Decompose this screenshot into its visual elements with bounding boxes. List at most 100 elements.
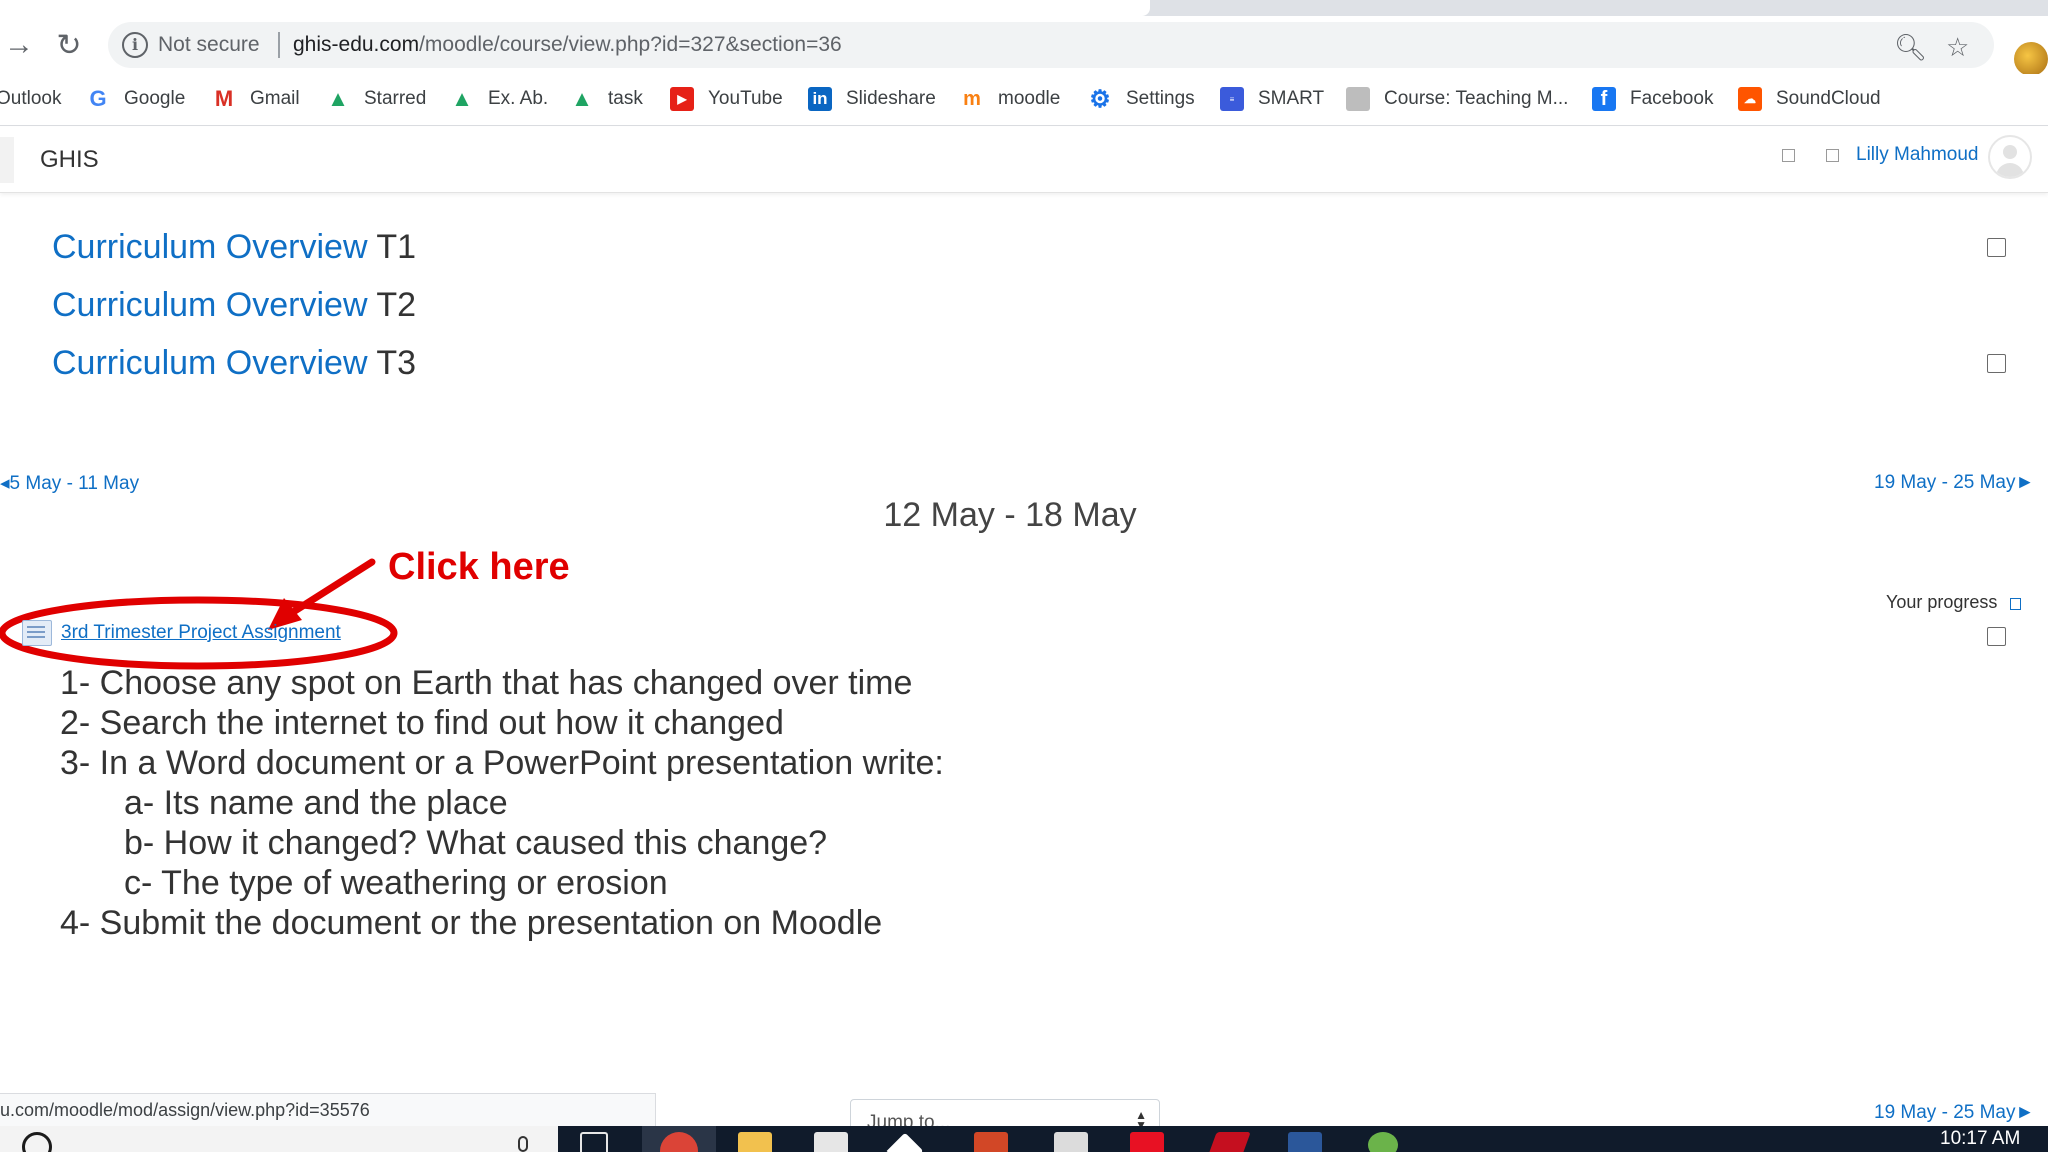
omnibox-divider xyxy=(278,32,280,58)
address-bar[interactable]: i Not secure ghis-edu.com/moodle/course/… xyxy=(108,22,1994,68)
instruction-subline: c- The type of weathering or erosion xyxy=(124,864,668,902)
powerpoint-icon[interactable] xyxy=(974,1132,1008,1152)
bookmark-gmail[interactable]: M Gmail xyxy=(212,84,300,114)
instruction-line: 3- In a Word document or a PowerPoint pr… xyxy=(60,744,944,782)
bookmark-label: SoundCloud xyxy=(1776,88,1881,109)
bookmark-slideshare[interactable]: in Slideshare xyxy=(808,84,936,114)
microphone-icon[interactable] xyxy=(518,1136,528,1152)
bookmark-label: Course: Teaching M... xyxy=(1384,88,1569,109)
forward-icon[interactable]: → xyxy=(0,26,38,64)
task-view-icon[interactable] xyxy=(580,1132,608,1152)
instruction-subline: a- Its name and the place xyxy=(124,784,508,822)
url-text[interactable]: ghis-edu.com/moodle/course/view.php?id=3… xyxy=(293,33,842,57)
bookmark-label: Gmail xyxy=(250,88,300,109)
drive-icon: ▲ xyxy=(327,86,349,111)
browser-toolbar: → ↻ i Not secure ghis-edu.com/moodle/cou… xyxy=(0,16,2048,76)
site-name[interactable]: GHIS xyxy=(40,146,99,174)
bookmark-course[interactable]: Course: Teaching M... xyxy=(1346,84,1568,114)
completion-checkbox-assignment[interactable] xyxy=(1987,627,2006,646)
profile-avatar[interactable] xyxy=(2014,42,2048,76)
bookmark-task[interactable]: ▲ task xyxy=(570,84,643,114)
avatar-head xyxy=(2003,145,2017,159)
help-icon[interactable] xyxy=(2010,598,2021,610)
zoom-icon[interactable]: 🔍︎ xyxy=(1894,32,1927,63)
bookmarks-bar: Outlook G Google M Gmail ▲ Starred ▲ Ex. Ab.… xyxy=(0,74,2048,126)
bookmark-label: SMART xyxy=(1258,88,1325,109)
next-week-link[interactable]: 19 May - 25 May► xyxy=(1874,472,2034,494)
url-path: /moodle/course/view.php?id=327&section=3… xyxy=(419,33,842,56)
taskbar-search-box[interactable] xyxy=(0,1126,558,1152)
bookmark-settings[interactable]: ⚙ Settings xyxy=(1088,84,1194,114)
security-label[interactable]: Not secure xyxy=(158,33,260,57)
overview-link-text: Curriculum Overview xyxy=(52,286,368,324)
user-avatar[interactable] xyxy=(1988,135,2032,179)
taskbar-clock[interactable]: 10:17 AM xyxy=(1940,1128,2020,1150)
overview-link-suffix: T2 xyxy=(376,286,417,324)
bookmark-smart[interactable]: ≡ SMART xyxy=(1220,84,1324,114)
bookmark-label: moodle xyxy=(998,88,1061,109)
link-status-bubble: u.com/moodle/mod/assign/view.php?id=3557… xyxy=(0,1093,656,1127)
star-icon[interactable]: ☆ xyxy=(1946,32,1969,63)
green-app-icon[interactable] xyxy=(1368,1132,1398,1152)
bookmark-starred[interactable]: ▲ Starred xyxy=(326,84,426,114)
prev-week-label: 5 May - 11 May xyxy=(9,473,140,494)
security-shield-icon[interactable] xyxy=(1054,1132,1088,1152)
soundcloud-icon: ☁ xyxy=(1738,87,1762,111)
messages-icon[interactable] xyxy=(1826,149,1839,162)
windows-taskbar: 10:17 AM xyxy=(0,1126,2048,1152)
word-icon[interactable] xyxy=(1288,1132,1322,1152)
notifications-icon[interactable] xyxy=(1782,149,1795,162)
reload-icon[interactable]: ↻ xyxy=(50,26,88,64)
bookmark-google[interactable]: G Google xyxy=(86,84,185,114)
annotation-arrow-shaft xyxy=(286,558,376,618)
smart-icon: ≡ xyxy=(1220,87,1244,111)
red-app-icon[interactable] xyxy=(1130,1132,1164,1152)
drive-icon: ▲ xyxy=(451,86,473,111)
completion-checkbox-t1[interactable] xyxy=(1987,238,2006,257)
bookmark-label: Outlook xyxy=(0,88,62,109)
google-icon: G xyxy=(89,86,107,111)
overview-link-text: Curriculum Overview xyxy=(52,228,368,266)
moodle-course-icon xyxy=(1346,87,1370,111)
bookmark-moodle[interactable]: m moodle xyxy=(960,84,1060,114)
bookmark-facebook[interactable]: f Facebook xyxy=(1592,84,1713,114)
bookmark-label: YouTube xyxy=(708,88,783,109)
next-week-label: 19 May - 25 May xyxy=(1874,1102,2016,1123)
next-week-link-bottom[interactable]: 19 May - 25 May► xyxy=(1874,1102,2034,1124)
file-explorer-icon[interactable] xyxy=(738,1132,772,1152)
bookmark-label: Starred xyxy=(364,88,427,109)
bookmark-youtube[interactable]: ▶ YouTube xyxy=(670,84,783,114)
assignment-icon xyxy=(22,620,52,646)
completion-checkbox-t3[interactable] xyxy=(1987,354,2006,373)
tab-strip xyxy=(0,0,2048,16)
linkedin-icon: in xyxy=(808,87,832,111)
section-title: 12 May - 18 May xyxy=(883,496,1137,534)
store-icon[interactable] xyxy=(814,1132,848,1152)
your-progress-label: Your progress xyxy=(1886,592,1998,612)
cortana-icon[interactable] xyxy=(22,1132,52,1152)
user-menu-name[interactable]: Lilly Mahmoud xyxy=(1856,144,1979,166)
instruction-subline: b- How it changed? What caused this chan… xyxy=(124,824,828,862)
curriculum-overview-t3-link[interactable]: Curriculum Overview T3 xyxy=(52,344,416,383)
curriculum-overview-t1-link[interactable]: Curriculum Overview T1 xyxy=(52,228,416,267)
bookmark-soundcloud[interactable]: ☁ SoundCloud xyxy=(1738,84,1881,114)
info-icon[interactable]: i xyxy=(122,32,148,58)
overview-link-suffix: T3 xyxy=(376,344,417,382)
assignment-activity-link[interactable]: 3rd Trimester Project Assignment xyxy=(22,620,341,646)
gear-icon: ⚙ xyxy=(1089,85,1111,113)
prev-week-link[interactable]: ◂5 May - 11 May xyxy=(0,472,139,495)
annotation-label: Click here xyxy=(388,546,570,588)
drive-icon: ▲ xyxy=(571,86,593,111)
app-icon[interactable] xyxy=(886,1132,924,1152)
bookmark-outlook[interactable]: Outlook xyxy=(0,84,61,114)
bookmark-ex-ab[interactable]: ▲ Ex. Ab. xyxy=(450,84,548,114)
active-tab[interactable] xyxy=(0,0,1150,16)
acrobat-icon[interactable] xyxy=(1207,1132,1251,1152)
curriculum-overview-t2-link[interactable]: Curriculum Overview T2 xyxy=(52,286,416,325)
instruction-line: 2- Search the internet to find out how i… xyxy=(60,704,784,742)
drawer-toggle-button[interactable] xyxy=(0,137,14,183)
bookmark-label: Google xyxy=(124,88,186,109)
bookmark-label: Slideshare xyxy=(846,88,936,109)
gmail-icon: M xyxy=(214,86,234,111)
moodle-icon: m xyxy=(963,87,981,110)
